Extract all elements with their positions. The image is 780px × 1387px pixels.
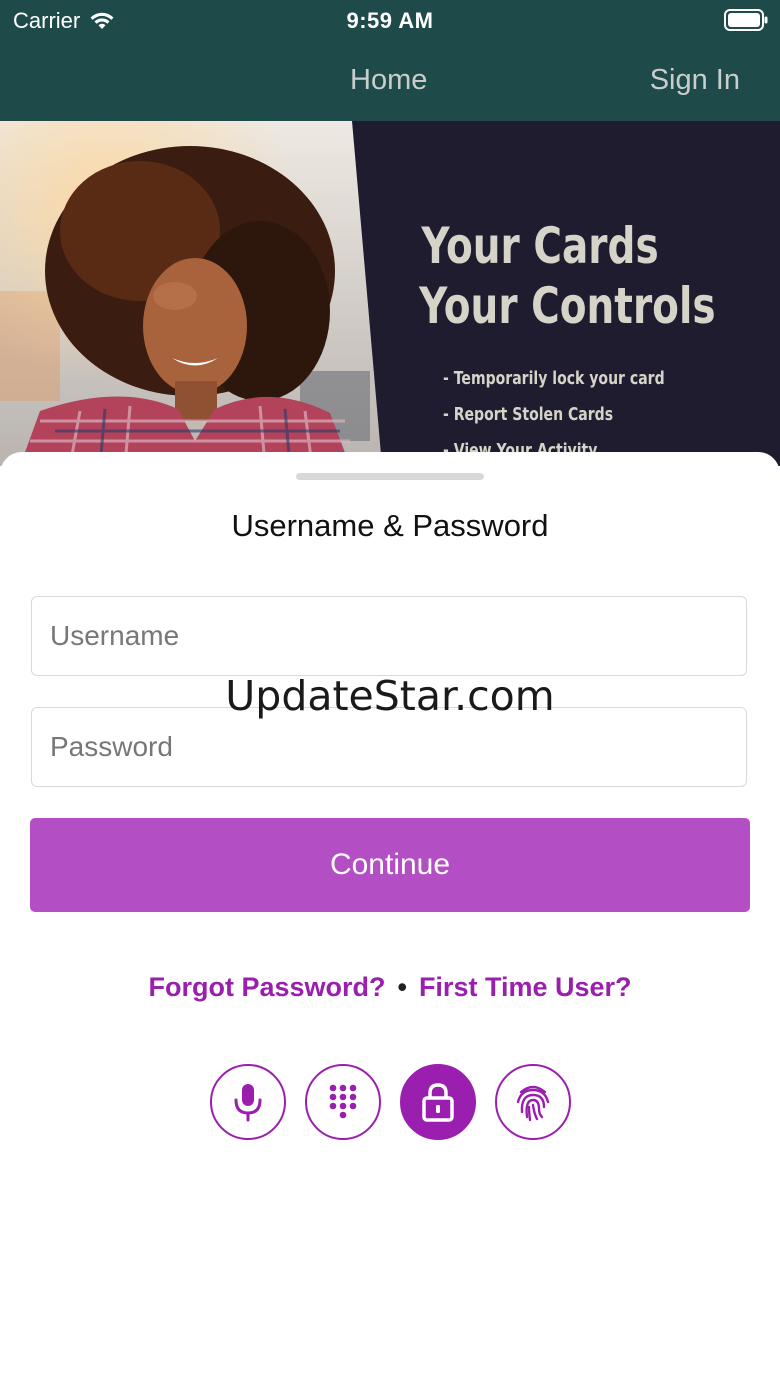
username-field[interactable]: [31, 596, 747, 676]
hero-headline-line2: Your Controls: [419, 277, 716, 335]
battery-icon: [724, 9, 768, 37]
login-sheet: Username & Password UpdateStar.com Conti…: [0, 452, 780, 1387]
pin-auth-button[interactable]: [305, 1064, 381, 1140]
fingerprint-icon: [516, 1085, 550, 1122]
link-separator: •: [397, 972, 407, 1002]
hero-bullets: - Temporarily lock your card - Report St…: [443, 361, 665, 466]
auth-method-row: [210, 1064, 571, 1140]
hero-headline: Your Cards Your Controls: [419, 216, 716, 336]
first-time-user-link[interactable]: First Time User?: [419, 972, 632, 1002]
nav-home-link[interactable]: Home: [350, 64, 427, 97]
sheet-title: Username & Password: [231, 508, 549, 543]
hero-bullet: - Report Stolen Cards: [443, 404, 614, 425]
password-auth-button[interactable]: [400, 1064, 476, 1140]
status-bar: Carrier 9:59 AM: [0, 0, 780, 40]
biometric-auth-button[interactable]: [495, 1064, 571, 1140]
nav-signin-link[interactable]: Sign In: [650, 64, 740, 97]
keypad-icon: [329, 1084, 357, 1119]
lock-icon: [422, 1083, 454, 1122]
password-input[interactable]: [32, 708, 746, 786]
username-input[interactable]: [32, 597, 746, 675]
nav-bar: Home Sign In: [0, 40, 780, 121]
voice-auth-button[interactable]: [210, 1064, 286, 1140]
continue-button[interactable]: Continue: [30, 818, 750, 912]
password-field[interactable]: [31, 707, 747, 787]
help-links: Forgot Password? • First Time User?: [0, 972, 780, 1003]
hero-headline-line1: Your Cards: [421, 217, 659, 275]
sheet-grabber[interactable]: [296, 473, 484, 480]
hero-bullet: - Temporarily lock your card: [443, 368, 665, 389]
forgot-password-link[interactable]: Forgot Password?: [148, 972, 385, 1002]
microphone-icon: [234, 1084, 262, 1122]
status-time: 9:59 AM: [346, 8, 434, 33]
hero-banner: Your Cards Your Controls - Temporarily l…: [0, 121, 780, 466]
